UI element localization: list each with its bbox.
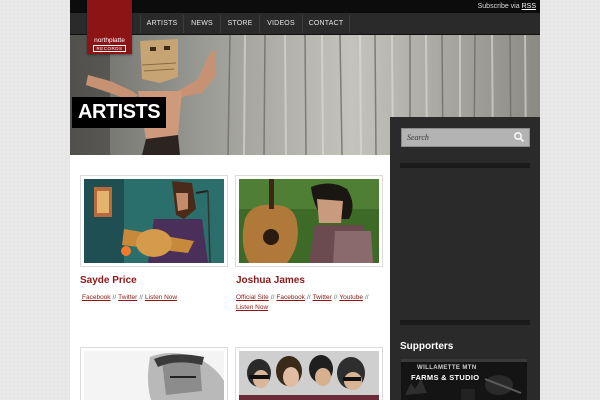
twitter-link[interactable]: Twitter — [313, 294, 332, 301]
sidebar — [390, 117, 540, 400]
link-separator: // — [139, 294, 143, 301]
nav-item-artists[interactable]: ARTISTS — [141, 13, 183, 35]
artist-image — [239, 351, 379, 400]
sponsor-line2: FARMS & STUDIO — [411, 373, 480, 382]
artist-image — [84, 351, 224, 400]
listen-now-link[interactable]: Listen Now — [236, 304, 268, 311]
artist-image — [239, 179, 379, 263]
nav-separator — [349, 15, 350, 33]
official-site-link[interactable]: Official Site — [236, 294, 269, 301]
main-nav: ARTISTS NEWS STORE VIDEOS CONTACT — [70, 13, 540, 35]
facebook-link[interactable]: Facebook — [82, 294, 111, 301]
sponsor-line1: WILLAMETTE MTN — [417, 365, 477, 371]
youtube-link[interactable]: Youtube — [339, 294, 363, 301]
twitter-link[interactable]: Twitter — [118, 294, 137, 301]
search-input[interactable] — [402, 129, 512, 146]
top-bar: Subscribe via RSS — [70, 0, 540, 13]
logo-wordmark: northplatte — [94, 37, 125, 44]
nav-item-videos[interactable]: VIDEOS — [260, 13, 302, 35]
supporters-heading: Supporters — [400, 341, 454, 352]
subscribe-text: Subscribe via RSS — [478, 1, 536, 12]
link-separator: // — [306, 294, 311, 301]
search-widget — [401, 128, 530, 147]
artist-links: Official Site//Facebook//Twitter//Youtub… — [236, 293, 386, 313]
artist-photo[interactable] — [235, 347, 383, 400]
artist-image — [84, 179, 224, 263]
artist-photo-joshua-james[interactable] — [235, 175, 383, 267]
facebook-link[interactable]: Facebook — [276, 294, 305, 301]
rss-link[interactable]: RSS — [522, 3, 536, 10]
artist-links: Facebook//Twitter//Listen Now — [82, 293, 222, 303]
sidebar-divider — [400, 320, 530, 325]
page-title: ARTISTS — [72, 97, 167, 128]
artist-photo[interactable] — [80, 347, 228, 400]
artist-name[interactable]: Joshua James — [236, 275, 305, 286]
site-logo[interactable]: northplatte RECORDS — [87, 0, 132, 54]
listen-now-link[interactable]: Listen Now — [145, 294, 177, 301]
logo-subtitle: RECORDS — [93, 45, 126, 52]
link-separator: // — [364, 294, 369, 301]
nav-item-news[interactable]: NEWS — [184, 13, 220, 35]
artist-photo-sayde-price[interactable] — [80, 175, 228, 267]
artist-name[interactable]: Sayde Price — [80, 275, 137, 286]
nav-item-store[interactable]: STORE — [221, 13, 259, 35]
sponsor-banner[interactable]: WILLAMETTE MTN FARMS & STUDIO — [401, 359, 527, 400]
subscribe-prefix: Subscribe via — [477, 3, 520, 10]
sidebar-divider — [400, 163, 530, 168]
search-icon[interactable] — [513, 131, 525, 143]
nav-item-contact[interactable]: CONTACT — [303, 13, 349, 35]
